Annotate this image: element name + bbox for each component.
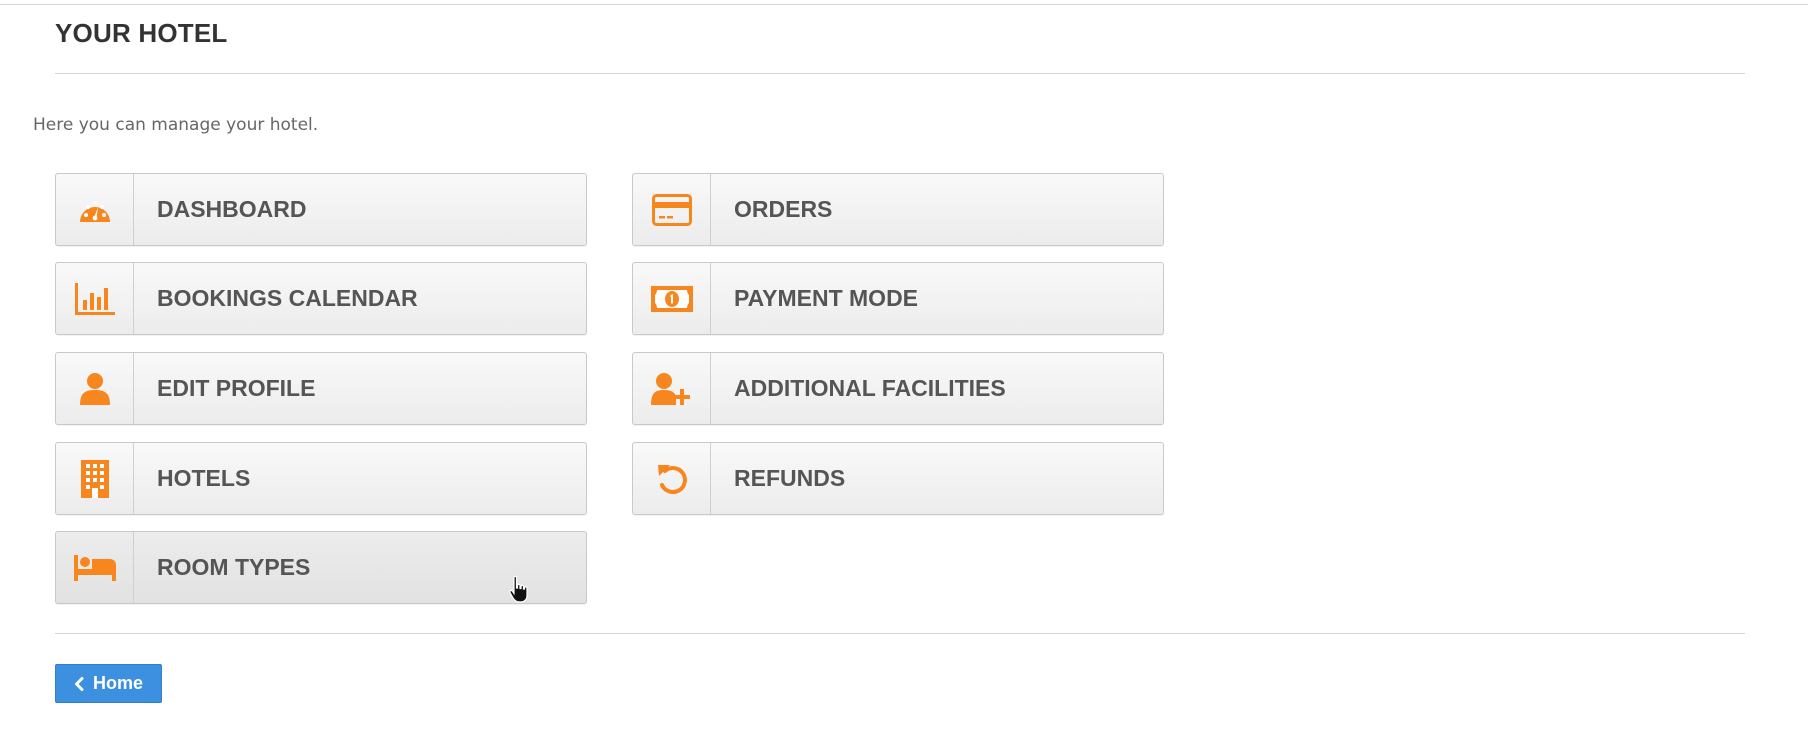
hotels-button[interactable]: HOTELS [55,442,587,515]
dashboard-button[interactable]: DASHBOARD [55,173,587,246]
title-divider [55,73,1745,74]
orders-button[interactable]: ORDERS [632,173,1164,246]
additional-facilities-button[interactable]: ADDITIONAL FACILITIES [632,352,1164,425]
undo-icon [657,464,687,494]
refunds-label: REFUNDS [734,465,846,491]
refunds-button[interactable]: REFUNDS [632,442,1164,515]
payment-mode-button[interactable]: PAYMENT MODE [632,262,1164,335]
additional-facilities-label: ADDITIONAL FACILITIES [734,375,1006,401]
hand-cursor-icon [509,575,528,603]
home-button[interactable]: Home [55,664,162,703]
hotels-label: HOTELS [157,465,251,491]
user-plus-icon [650,372,690,405]
top-divider [0,4,1808,5]
bookings-calendar-button[interactable]: BOOKINGS CALENDAR [55,262,587,335]
intro-text: Here you can manage your hotel. [33,115,319,135]
orders-label: ORDERS [734,196,833,222]
dashboard-icon [79,200,110,222]
bed-icon [73,554,116,581]
page-title: YOUR HOTEL [55,18,228,48]
page: YOUR HOTEL Here you can manage your hote… [0,0,1808,742]
money-icon [650,285,693,312]
room-types-label: ROOM TYPES [157,554,311,580]
payment-mode-label: PAYMENT MODE [734,285,919,311]
edit-profile-button[interactable]: EDIT PROFILE [55,352,587,425]
chevron-left-icon [74,676,84,691]
user-icon [79,372,110,405]
home-label: Home [92,673,143,693]
credit-card-icon [651,193,692,226]
bottom-divider [55,633,1745,634]
edit-profile-label: EDIT PROFILE [157,375,316,401]
bar-chart-icon [74,282,115,315]
dashboard-label: DASHBOARD [157,196,307,222]
bookings-calendar-label: BOOKINGS CALENDAR [157,285,418,311]
building-icon [80,459,109,498]
